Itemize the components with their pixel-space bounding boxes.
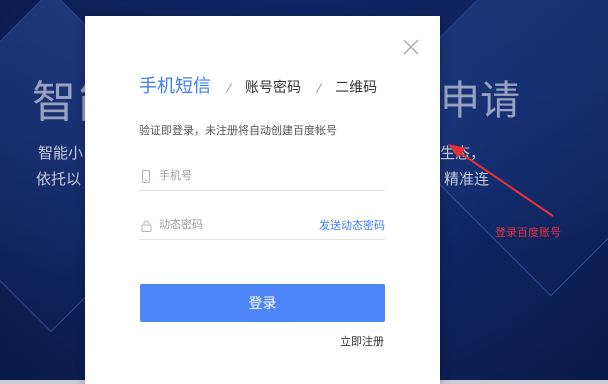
tab-qrcode[interactable]: 二维码 [335,77,377,97]
send-code-link[interactable]: 发送动态密码 [319,217,385,233]
register-link[interactable]: 立即注册 [340,333,384,349]
phone-field [139,160,385,191]
tab-separator: / [225,81,233,95]
login-button[interactable]: 登录 [140,284,385,322]
login-tabs: 手机短信 / 账号密码 / 二维码 [139,72,377,98]
annotation-label: 登录百度账号 [495,226,561,239]
background-text: 精准连 [444,170,490,188]
code-field: 发送动态密码 [139,209,385,240]
phone-input[interactable] [157,164,321,186]
code-input[interactable] [157,213,321,235]
background-text: 依托以 [36,170,82,188]
phone-icon [141,168,151,183]
login-notice: 验证即登录，未注册将自动创建百度帐号 [139,124,337,137]
tab-separator: / [315,81,323,95]
tab-password[interactable]: 账号密码 [245,77,301,97]
tab-sms[interactable]: 手机短信 [139,72,211,98]
background-text: 智能小 [38,144,84,162]
background-headline: 申请 [440,78,520,124]
close-icon[interactable] [402,38,420,56]
background-text: 生态， [440,144,486,162]
lock-icon [141,217,152,232]
login-modal: 手机短信 / 账号密码 / 二维码 验证即登录，未注册将自动创建百度帐号 发送动… [85,16,440,384]
